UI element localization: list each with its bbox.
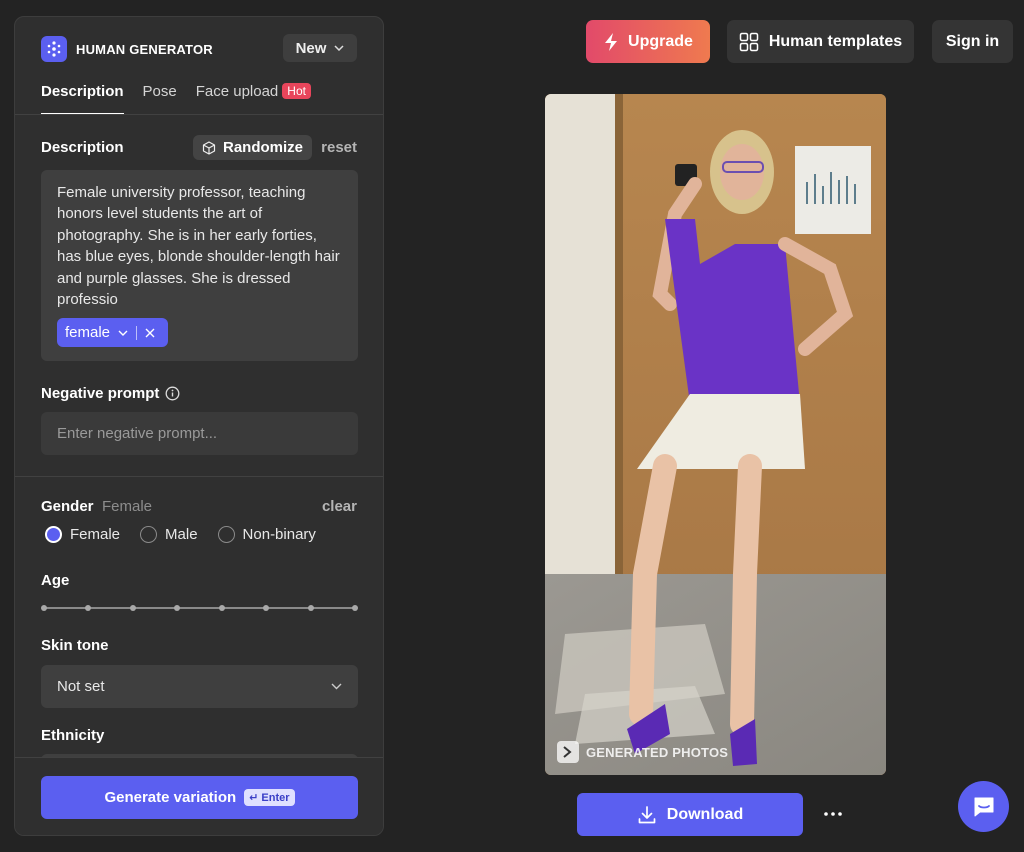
more-options-button[interactable] [822,800,844,828]
chat-icon [974,797,993,816]
tab-description-label: Description [41,83,124,100]
hot-badge: Hot [282,83,311,99]
chevron-down-icon[interactable] [118,330,128,336]
human-templates-button[interactable]: Human templates [727,20,914,63]
description-title: Description [41,139,124,156]
download-button[interactable]: Download [577,793,803,836]
chevron-down-icon [334,45,344,51]
skin-tone-title: Skin tone [41,637,109,654]
panel-header: HUMAN GENERATOR New Description Pose Fac… [15,17,383,115]
slider-stop[interactable] [263,605,269,611]
generate-variation-button[interactable]: Generate variation ↵ Enter [41,776,358,819]
tab-pose[interactable]: Pose [143,83,177,115]
negative-prompt-label: Negative prompt [41,385,160,402]
radio-male[interactable]: Male [140,526,198,543]
lightning-icon [605,32,618,51]
negative-prompt-title: Negative prompt [41,385,180,402]
description-text: Female university professor, teaching ho… [57,184,340,309]
tab-face-upload-label: Face upload [195,83,279,100]
more-horizontal-icon [824,812,842,816]
gender-tag-label: female [65,324,111,341]
gender-tag[interactable]: female [57,318,168,347]
chat-support-button[interactable] [958,781,1009,832]
new-dropdown-button[interactable]: New [283,34,357,62]
slider-stop[interactable] [85,605,91,611]
ethnicity-title: Ethnicity [41,727,105,744]
radio-male-label: Male [165,526,198,543]
close-icon[interactable] [145,328,155,338]
panel-footer: Generate variation ↵ Enter [15,757,383,835]
generated-image[interactable]: GENERATED PHOTOS [545,94,886,775]
radio-circle-checked[interactable] [45,526,62,543]
radio-circle[interactable] [217,526,235,543]
gender-title: Gender [41,498,94,515]
enter-shortcut-badge: ↵ Enter [244,789,295,806]
sign-in-button[interactable]: Sign in [932,20,1013,63]
tag-separator [136,325,138,340]
generated-photos-logo-icon [557,741,579,763]
generated-photo-illustration [545,94,886,775]
randomize-label: Randomize [223,139,304,156]
gender-radio-group: Female Male Non-binary [45,526,336,543]
clear-gender-button[interactable]: clear [322,498,357,515]
watermark-text: GENERATED PHOTOS [586,744,729,760]
slider-stop[interactable] [308,605,314,611]
header-divider [15,114,383,115]
description-textarea[interactable]: Female university professor, teaching ho… [41,170,358,361]
negative-prompt-input[interactable] [41,412,358,455]
section-divider [15,476,383,477]
chevron-down-icon [331,683,342,690]
upgrade-button[interactable]: Upgrade [586,20,710,63]
slider-stop[interactable] [352,605,358,611]
randomize-button[interactable]: Randomize [193,135,313,160]
radio-female[interactable]: Female [45,526,120,543]
reset-button[interactable]: reset [321,139,357,156]
age-slider[interactable] [41,602,358,614]
tab-face-upload[interactable]: Face upload Hot [196,83,311,115]
upgrade-label: Upgrade [628,32,693,50]
generator-panel: HUMAN GENERATOR New Description Pose Fac… [14,16,384,836]
slider-stop[interactable] [219,605,225,611]
skin-tone-select[interactable]: Not set [41,665,358,708]
brand-name: HUMAN GENERATOR [76,41,213,57]
brand[interactable]: HUMAN GENERATOR [41,36,213,62]
cube-icon [202,140,216,155]
brand-logo-icon [41,36,67,62]
new-label: New [295,39,327,57]
slider-stop[interactable] [174,605,180,611]
templates-label: Human templates [768,32,903,50]
watermark: GENERATED PHOTOS [557,741,728,763]
gender-value: Female [102,498,153,515]
generate-label: Generate variation [104,789,237,806]
radio-circle[interactable] [140,526,158,543]
tab-pose-label: Pose [142,83,177,100]
radio-female-label: Female [70,526,121,543]
skin-tone-value: Not set [57,678,105,695]
age-title: Age [41,572,70,589]
radio-non-binary[interactable]: Non-binary [217,526,316,543]
slider-stop[interactable] [41,605,47,611]
tab-bar: Description Pose Face upload Hot [41,83,330,115]
tab-description[interactable]: Description [41,83,124,115]
download-icon [638,805,656,823]
download-label: Download [666,805,744,823]
radio-non-binary-label: Non-binary [242,526,316,543]
grid-icon [739,32,759,51]
slider-stop[interactable] [130,605,136,611]
info-icon[interactable] [165,386,180,401]
